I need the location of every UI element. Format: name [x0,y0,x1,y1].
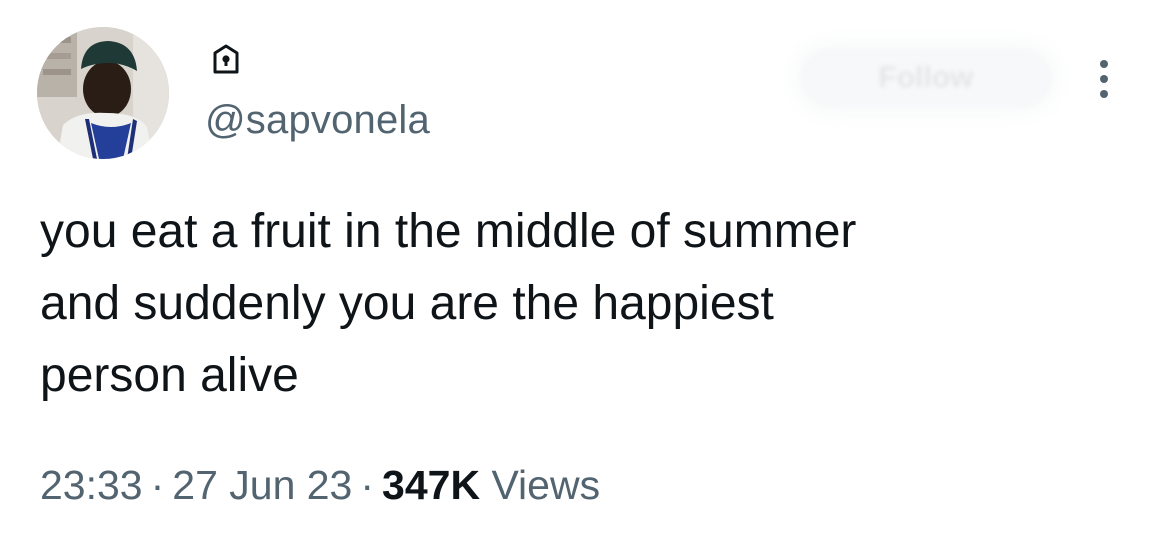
lock-icon [213,44,239,74]
views-count[interactable]: 347K [382,462,480,508]
separator-dot: · [150,462,165,508]
tweet-metadata: 23:33 · 27 Jun 23 · 347K Views [40,460,600,510]
tweet-date[interactable]: 27 Jun 23 [172,462,352,508]
tweet-time[interactable]: 23:33 [40,462,143,508]
author-handle[interactable]: @sapvonela [205,96,430,144]
more-vertical-icon[interactable] [1093,56,1115,102]
views-label: Views [491,462,601,508]
avatar-photo [37,27,169,159]
tweet-text: you eat a fruit in the middle of summer … [40,205,857,402]
separator-dot: · [360,462,375,508]
avatar[interactable] [37,27,169,159]
follow-button[interactable]: Follow [800,48,1052,108]
